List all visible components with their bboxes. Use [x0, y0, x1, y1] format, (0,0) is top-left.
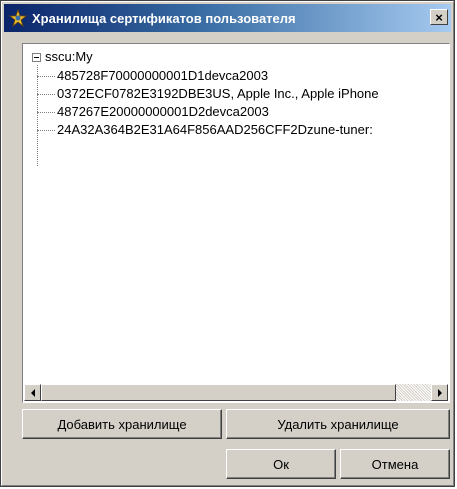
tree-branch-line: [37, 93, 55, 95]
cancel-button[interactable]: Отмена: [340, 449, 450, 479]
tree-item[interactable]: 0372ECF0782E3192DBE3US, Apple Inc., Appl…: [37, 85, 379, 103]
close-icon: ×: [435, 9, 443, 25]
tree-root-label: sscu:My: [45, 49, 93, 64]
tree-item-label: 24A32A364B2E31A64F856AAD256CFF2Dzune-tun…: [57, 122, 373, 137]
scroll-track[interactable]: [41, 384, 431, 401]
tree-branch-line: [37, 75, 55, 77]
tree-branch-line: [37, 111, 55, 113]
scroll-right-button[interactable]: [431, 384, 448, 401]
window-title: Хранилища сертификатов пользователя: [32, 10, 296, 26]
horizontal-scrollbar[interactable]: [24, 384, 448, 401]
tree-item-label: 485728F70000000001D1devca2003: [57, 68, 269, 83]
tree-root-node[interactable]: sscu:My: [32, 49, 93, 65]
tree-item[interactable]: 485728F70000000001D1devca2003: [37, 67, 268, 85]
certificate-stores-dialog: Хранилища сертификатов пользователя × ss…: [0, 0, 455, 487]
ok-button[interactable]: Ок: [226, 449, 336, 479]
tree-item[interactable]: 487267E20000000001D2devca2003: [37, 103, 269, 121]
arrow-left-icon: [30, 388, 35, 397]
tree-item-label: 487267E20000000001D2devca2003: [57, 104, 269, 119]
arrow-right-icon: [437, 388, 442, 397]
collapse-toggle-icon[interactable]: [32, 52, 41, 62]
delete-store-button[interactable]: Удалить хранилище: [226, 409, 450, 439]
tree-item[interactable]: 24A32A364B2E31A64F856AAD256CFF2Dzune-tun…: [37, 121, 373, 139]
tree-branch-line: [37, 129, 55, 131]
close-button[interactable]: ×: [430, 9, 448, 25]
scroll-left-button[interactable]: [24, 384, 41, 401]
tree-item-label: 0372ECF0782E3192DBE3US, Apple Inc., Appl…: [57, 86, 379, 101]
title-bar[interactable]: Хранилища сертификатов пользователя ×: [4, 4, 451, 32]
scroll-thumb[interactable]: [41, 384, 396, 401]
tree-view: sscu:My 485728F70000000001D1devca2003 03…: [24, 45, 448, 383]
certificate-app-icon: [8, 8, 28, 28]
add-store-button[interactable]: Добавить хранилище: [22, 409, 222, 439]
stores-tree[interactable]: sscu:My 485728F70000000001D1devca2003 03…: [22, 43, 450, 403]
